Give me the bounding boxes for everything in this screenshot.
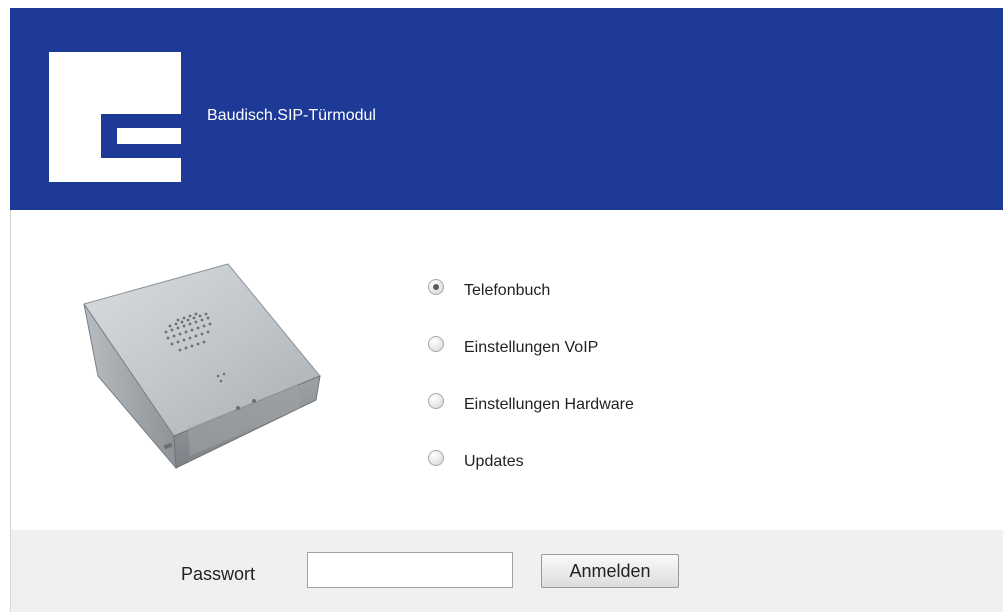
option-einstellungen-voip[interactable]: Einstellungen VoIP	[428, 330, 634, 358]
app-title: Baudisch.SIP-Türmodul	[207, 107, 376, 124]
radio-einstellungen-voip[interactable]	[428, 336, 444, 352]
option-label: Einstellungen VoIP	[464, 339, 599, 356]
option-updates[interactable]: Updates	[428, 444, 634, 472]
door-speaker-module-image	[83, 263, 321, 470]
header-bar: Baudisch.SIP-Türmodul	[10, 8, 1003, 210]
option-einstellungen-hardware[interactable]: Einstellungen Hardware	[428, 387, 634, 415]
option-label: Updates	[464, 453, 524, 470]
login-page: Baudisch.SIP-Türmodul Telefonbuch Einste…	[0, 0, 1003, 612]
password-input[interactable]	[307, 552, 513, 588]
login-bar: Passwort Anmelden	[11, 530, 1003, 612]
baudisch-logo	[49, 52, 181, 182]
login-button[interactable]: Anmelden	[541, 554, 679, 588]
radio-einstellungen-hardware[interactable]	[428, 393, 444, 409]
option-label: Telefonbuch	[464, 282, 551, 299]
menu-options: Telefonbuch Einstellungen VoIP Einstellu…	[428, 273, 634, 501]
option-telefonbuch[interactable]: Telefonbuch	[428, 273, 634, 301]
radio-updates[interactable]	[428, 450, 444, 466]
radio-telefonbuch[interactable]	[428, 279, 444, 295]
password-label: Passwort	[181, 564, 256, 584]
option-label: Einstellungen Hardware	[464, 396, 634, 413]
